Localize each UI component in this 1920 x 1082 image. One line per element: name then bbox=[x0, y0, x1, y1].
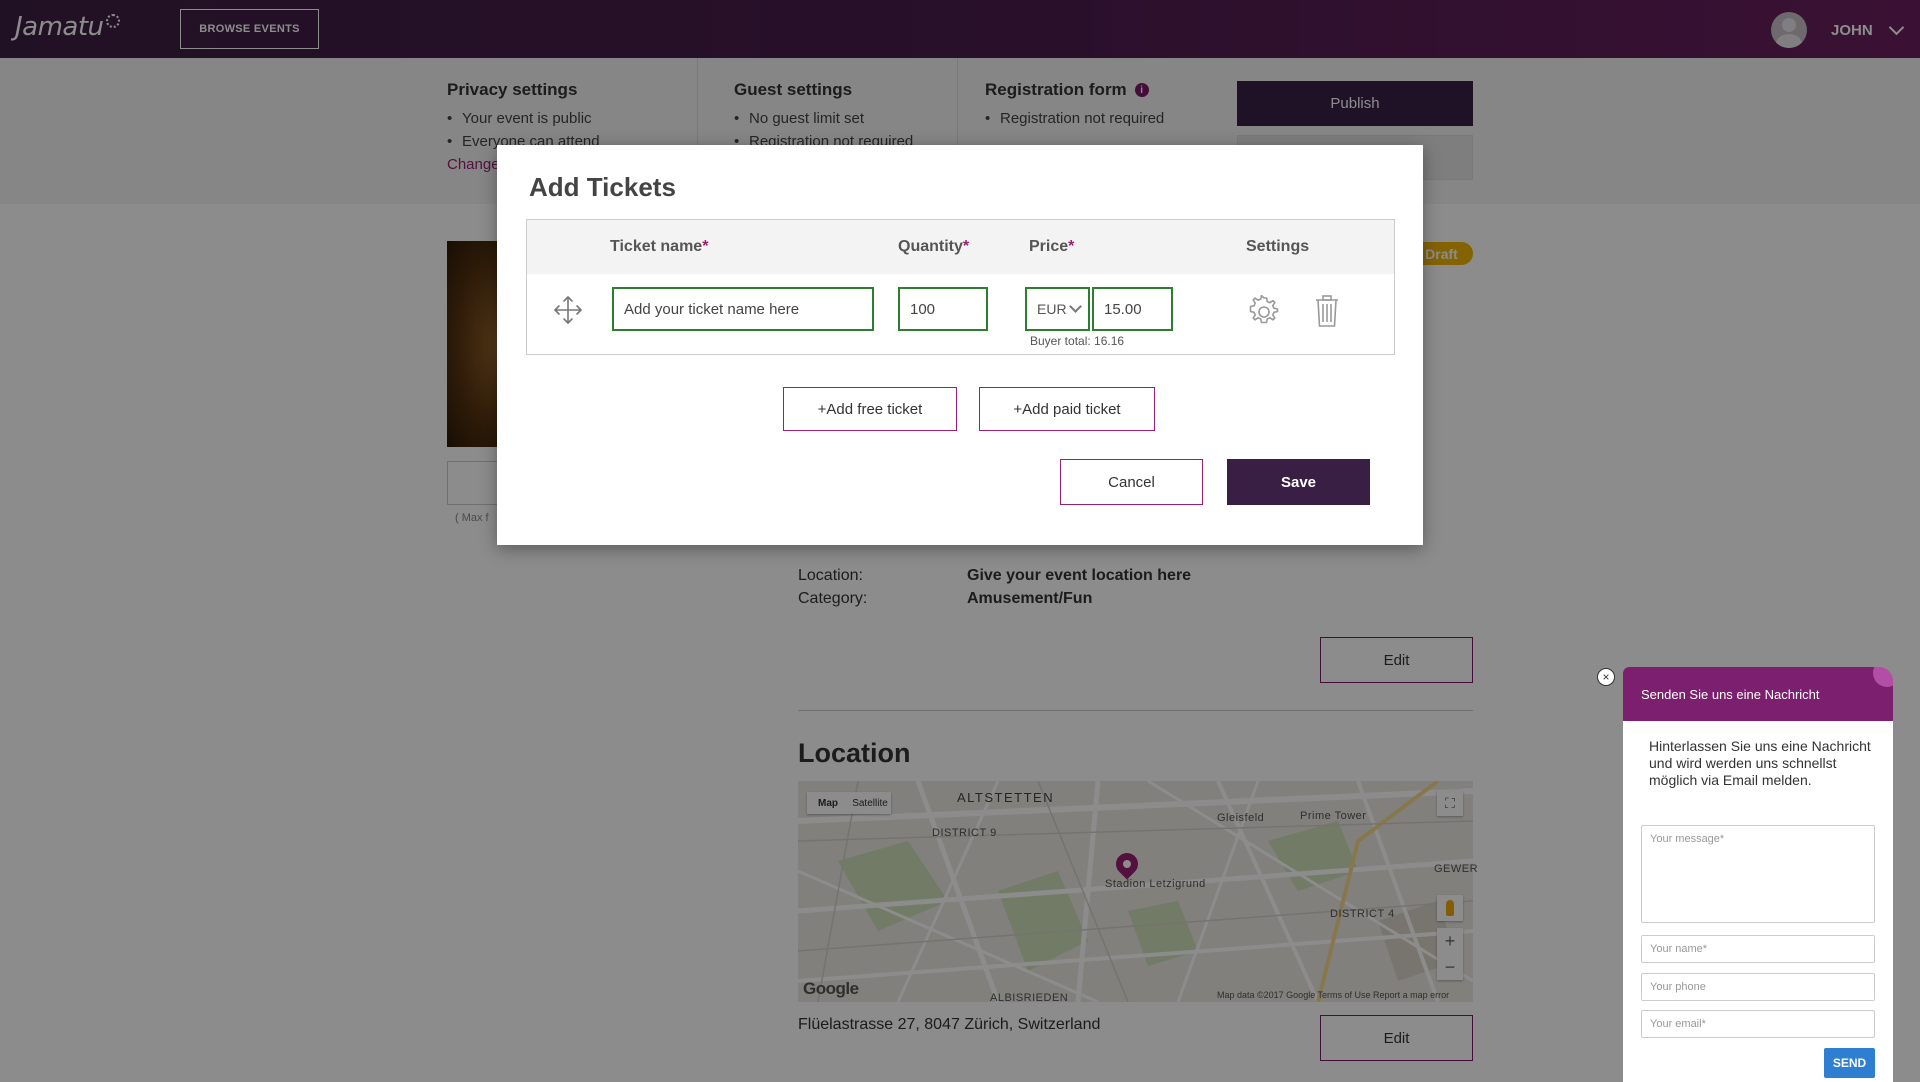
column-header-settings: Settings bbox=[1246, 238, 1310, 255]
trash-icon[interactable] bbox=[1314, 294, 1340, 328]
contact-chat-widget: Senden Sie uns eine Nachricht Hinterlass… bbox=[1623, 667, 1893, 1082]
drag-move-icon[interactable] bbox=[553, 295, 583, 325]
chat-message-input[interactable] bbox=[1641, 825, 1875, 923]
chat-header[interactable]: Senden Sie uns eine Nachricht bbox=[1623, 667, 1893, 721]
tickets-table: Ticket name* Quantity* Price* Settings E… bbox=[526, 219, 1395, 355]
chat-send-button[interactable]: SEND bbox=[1824, 1048, 1875, 1078]
add-paid-ticket-button[interactable]: +Add paid ticket bbox=[979, 387, 1155, 431]
dialog-title: Add Tickets bbox=[529, 172, 676, 202]
chat-phone-input[interactable] bbox=[1641, 973, 1875, 1001]
column-header-quantity: Quantity* bbox=[898, 238, 970, 255]
chevron-down-icon bbox=[1069, 300, 1082, 313]
ticket-quantity-input[interactable] bbox=[898, 287, 988, 331]
ticket-name-input[interactable] bbox=[612, 287, 874, 331]
chat-email-input[interactable] bbox=[1641, 1010, 1875, 1038]
column-header-price: Price* bbox=[1029, 238, 1075, 255]
chat-name-input[interactable] bbox=[1641, 935, 1875, 963]
column-header-ticket-name: Ticket name* bbox=[610, 238, 709, 255]
add-tickets-dialog: Add Tickets Ticket name* Quantity* Price… bbox=[497, 145, 1423, 545]
currency-value: EUR bbox=[1037, 301, 1067, 317]
chat-close-icon[interactable]: × bbox=[1597, 668, 1615, 686]
buyer-total: Buyer total: 16.16 bbox=[1030, 334, 1125, 348]
tickets-table-header: Ticket name* Quantity* Price* Settings bbox=[527, 220, 1394, 274]
save-button[interactable]: Save bbox=[1227, 459, 1370, 505]
ticket-price-input[interactable] bbox=[1092, 287, 1173, 331]
add-free-ticket-button[interactable]: +Add free ticket bbox=[783, 387, 957, 431]
cancel-button[interactable]: Cancel bbox=[1060, 459, 1203, 505]
currency-select[interactable]: EUR bbox=[1025, 287, 1090, 331]
chat-intro-text: Hinterlassen Sie uns eine Nachricht und … bbox=[1649, 738, 1871, 788]
gear-icon[interactable] bbox=[1247, 295, 1281, 329]
